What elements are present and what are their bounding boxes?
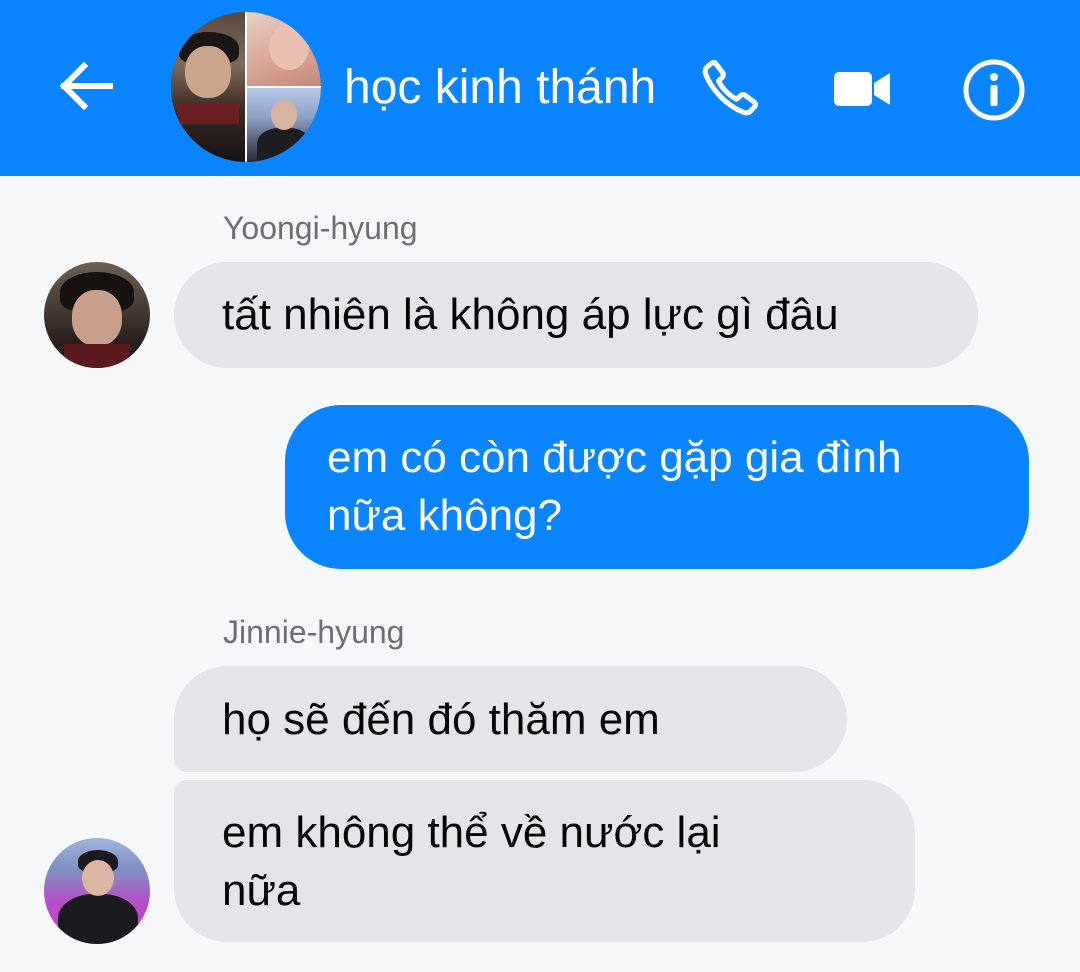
message-bubble-outgoing[interactable]: em có còn được gặp gia đình nữa không? — [285, 405, 1029, 569]
info-icon — [963, 59, 1025, 121]
message-bubble-incoming[interactable]: tất nhiên là không áp lực gì đâu — [174, 262, 978, 368]
message-bubble-incoming[interactable]: họ sẽ đến đó thăm em — [174, 666, 847, 772]
message-text: tất nhiên là không áp lực gì đâu — [222, 290, 839, 339]
group-avatar-photo-3 — [247, 88, 321, 162]
phone-icon — [702, 59, 758, 116]
video-call-button[interactable] — [832, 68, 894, 110]
group-avatar[interactable] — [171, 12, 321, 162]
chat-title[interactable]: học kinh thánh — [344, 60, 656, 116]
chat-header: học kinh thánh — [0, 0, 1080, 176]
message-text: nữa không? — [327, 491, 562, 540]
group-avatar-photo-1 — [171, 12, 245, 162]
arrow-left-icon — [59, 61, 113, 111]
message-text: em có còn được gặp gia đình — [327, 433, 902, 482]
sender-name-yoongi: Yoongi-hyung — [223, 210, 418, 246]
group-avatar-photo-2 — [247, 12, 321, 86]
call-button[interactable] — [698, 56, 762, 120]
video-camera-icon — [834, 72, 890, 106]
avatar-jinnie[interactable] — [44, 838, 150, 944]
message-bubble-incoming[interactable]: em không thể về nước lại nữa — [174, 780, 915, 942]
back-button[interactable] — [52, 52, 120, 120]
message-text: họ sẽ đến đó thăm em — [222, 695, 660, 744]
message-text: nữa — [222, 866, 301, 915]
info-button[interactable] — [962, 58, 1026, 122]
message-text: em không thể về nước lại — [222, 808, 721, 857]
avatar-yoongi[interactable] — [44, 262, 150, 368]
sender-name-jinnie: Jinnie-hyung — [223, 614, 405, 650]
